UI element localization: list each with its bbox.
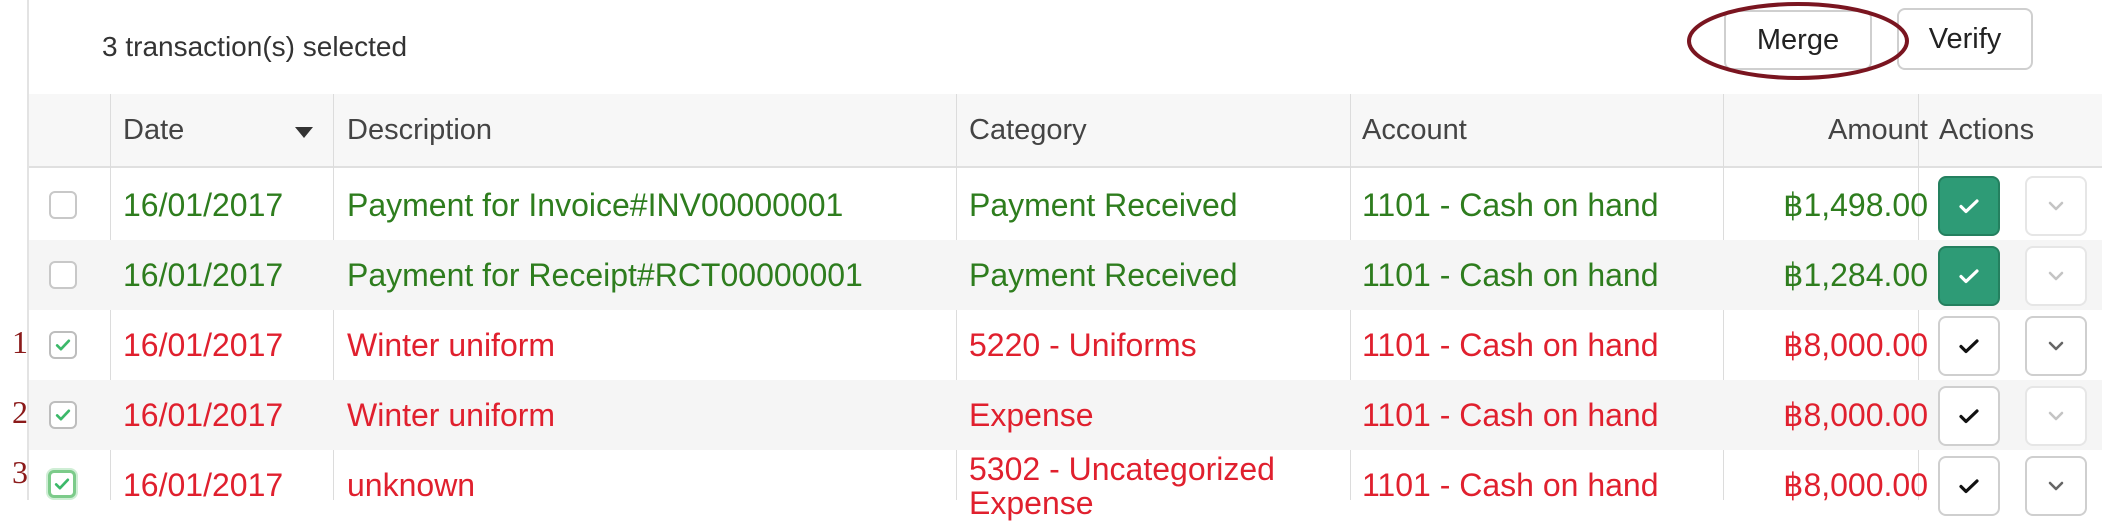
check-icon	[55, 339, 71, 351]
table-row[interactable]: 16/01/2017 Winter uniform 5220 - Uniform…	[29, 310, 2102, 380]
row-checkbox[interactable]	[49, 331, 77, 359]
category-cell: Payment Received	[969, 187, 1238, 223]
header-amount[interactable]: Amount	[1678, 94, 1928, 166]
row-marker: 1	[12, 324, 28, 360]
table-row[interactable]: 16/01/2017 unknown 5302 - Uncategorized …	[29, 450, 2102, 520]
account-cell: 1101 - Cash on hand	[1362, 467, 1659, 503]
date-cell: 16/01/2017	[123, 397, 284, 433]
account-cell: 1101 - Cash on hand	[1362, 397, 1659, 433]
check-icon	[1959, 479, 1979, 494]
row-dropdown-button[interactable]	[2025, 456, 2087, 516]
date-cell: 16/01/2017	[123, 467, 284, 503]
description-cell: Winter uniform	[347, 397, 556, 433]
check-icon	[1959, 339, 1979, 354]
chevron-down-icon	[2048, 411, 2064, 421]
account-cell: 1101 - Cash on hand	[1362, 257, 1659, 293]
header-category[interactable]: Category	[969, 94, 1087, 166]
description-cell: unknown	[347, 467, 476, 503]
description-cell: Payment for Receipt#RCT00000001	[347, 257, 863, 293]
chevron-down-icon	[2048, 271, 2064, 281]
date-cell: 16/01/2017	[123, 187, 284, 223]
row-dropdown-button[interactable]	[2025, 176, 2087, 236]
category-cell: Expense	[969, 397, 1094, 433]
verify-toggle-button[interactable]	[1938, 316, 2000, 376]
row-dropdown-button[interactable]	[2025, 246, 2087, 306]
chevron-down-icon	[2048, 341, 2064, 351]
table-header: Date Description Category Account Amount…	[29, 94, 2102, 168]
verify-toggle-button[interactable]	[1938, 386, 2000, 446]
header-account[interactable]: Account	[1362, 94, 1467, 166]
row-marker: 2	[12, 394, 28, 430]
chevron-down-icon	[2048, 481, 2064, 491]
check-icon	[55, 409, 71, 421]
verify-toggle-button[interactable]	[1938, 456, 2000, 516]
category-cell: 5302 - Uncategorized Expense	[969, 451, 1275, 521]
row-dropdown-button[interactable]	[2025, 386, 2087, 446]
check-icon	[54, 478, 70, 490]
selected-count-label: 3 transaction(s) selected	[102, 31, 408, 62]
header-actions: Actions	[1939, 114, 2035, 146]
date-cell: 16/01/2017	[123, 257, 284, 293]
check-icon	[1959, 269, 1979, 284]
verify-toggle-button[interactable]	[1938, 246, 2000, 306]
table-row[interactable]: 16/01/2017 Winter uniform Expense 1101 -…	[29, 380, 2102, 450]
amount-cell: ฿1,284.00	[1783, 257, 1928, 293]
amount-cell: ฿8,000.00	[1783, 397, 1928, 433]
amount-cell: ฿8,000.00	[1783, 327, 1928, 363]
row-checkbox[interactable]	[49, 261, 77, 289]
chevron-down-icon	[2048, 201, 2064, 211]
row-checkbox[interactable]	[48, 470, 76, 498]
table-row[interactable]: 16/01/2017 Payment for Invoice#INV000000…	[29, 170, 2102, 240]
row-checkbox[interactable]	[49, 401, 77, 429]
check-icon	[1959, 199, 1979, 214]
account-cell: 1101 - Cash on hand	[1362, 187, 1659, 223]
account-cell: 1101 - Cash on hand	[1362, 327, 1659, 363]
date-cell: 16/01/2017	[123, 327, 284, 363]
category-cell: 5220 - Uniforms	[969, 327, 1197, 363]
header-description[interactable]: Description	[347, 94, 492, 166]
row-dropdown-button[interactable]	[2025, 316, 2087, 376]
table-row[interactable]: 16/01/2017 Payment for Receipt#RCT000000…	[29, 240, 2102, 310]
category-cell: Payment Received	[969, 257, 1238, 293]
header-date[interactable]: Date	[123, 94, 184, 166]
amount-cell: ฿1,498.00	[1783, 187, 1928, 223]
description-cell: Payment for Invoice#INV00000001	[347, 187, 844, 223]
check-icon	[1959, 409, 1979, 424]
description-cell: Winter uniform	[347, 327, 556, 363]
verify-toggle-button[interactable]	[1938, 176, 2000, 236]
merge-button[interactable]: Merge	[1724, 10, 1872, 70]
row-marker: 3	[12, 454, 28, 490]
sort-caret-icon[interactable]	[295, 127, 313, 138]
row-checkbox[interactable]	[49, 191, 77, 219]
verify-button[interactable]: Verify	[1897, 8, 2033, 70]
amount-cell: ฿8,000.00	[1783, 467, 1928, 503]
